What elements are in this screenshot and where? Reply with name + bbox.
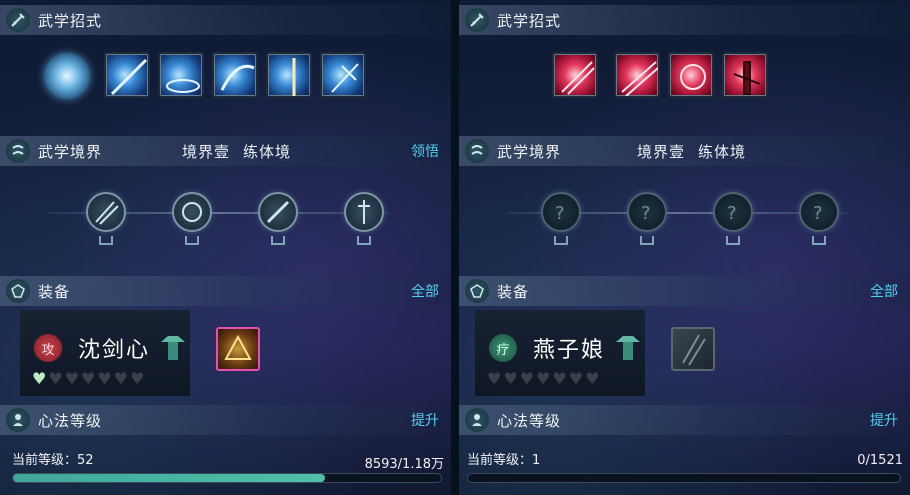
level-progress-text: 8593/1.18万	[364, 457, 444, 472]
realm-stage: 练体境	[698, 142, 747, 161]
realm-node-2[interactable]	[172, 192, 212, 232]
realm-node-4-locked[interactable]: ?	[799, 192, 839, 232]
skill-icon-3[interactable]	[158, 52, 204, 98]
upgrade-link[interactable]: 提升	[870, 410, 898, 430]
realm-icon	[6, 139, 30, 163]
realm-node-1[interactable]	[86, 192, 126, 232]
heart-icon: ♥	[503, 369, 518, 388]
realm-node-1-locked[interactable]: ?	[541, 192, 581, 232]
realm-node-tab-3	[271, 236, 285, 245]
svg-text:?: ?	[555, 203, 565, 224]
skills-title: 武学招式	[38, 11, 103, 30]
skill-icon-4[interactable]	[722, 52, 768, 98]
comprehend-link[interactable]: 领悟	[411, 141, 439, 161]
realm-node-tab-1	[99, 236, 113, 245]
skill-icon-5[interactable]	[266, 52, 312, 98]
heart-rating: ♥ ♥ ♥ ♥ ♥ ♥ ♥	[32, 371, 144, 387]
realm-level: 境界壹	[182, 142, 231, 161]
heart-icon: ♥	[585, 369, 600, 388]
equipment-slot-empty[interactable]	[671, 327, 715, 371]
skill-icon-2[interactable]	[104, 52, 150, 98]
sword-icon	[465, 8, 489, 32]
character-name: 燕子娘	[533, 338, 606, 363]
heart-icon: ♥	[113, 369, 129, 388]
heart-rating: ♥ ♥ ♥ ♥ ♥ ♥ ♥	[487, 371, 599, 387]
sword-icon	[6, 8, 30, 32]
current-level: 当前等级：52	[12, 453, 94, 468]
skill-icon-1[interactable]	[552, 52, 598, 98]
equipment-icon	[465, 279, 489, 303]
realm-title: 武学境界	[497, 142, 562, 161]
realm-node-3-locked[interactable]: ?	[713, 192, 753, 232]
realm-title: 武学境界	[38, 142, 103, 161]
equip-title: 装备	[38, 282, 71, 301]
realm-node-tab-2	[185, 236, 199, 245]
equip-all-link[interactable]: 全部	[870, 281, 898, 301]
svg-text:?: ?	[813, 203, 823, 224]
realm-header: 武学境界 境界壹 练体境	[459, 136, 910, 166]
current-level: 当前等级：1	[467, 453, 541, 468]
heart-icon: ♥	[48, 369, 63, 388]
realm-node-4[interactable]	[344, 192, 384, 232]
mind-method-icon	[6, 408, 30, 432]
equipment-slot-1[interactable]	[216, 327, 260, 371]
realm-node-tab-4	[357, 236, 371, 245]
skills-title: 武学招式	[497, 11, 562, 30]
skills-header: 武学招式	[459, 5, 910, 35]
equip-title: 装备	[497, 282, 530, 301]
sect-hat-icon	[160, 332, 186, 366]
realm-icon	[465, 139, 489, 163]
attack-badge: 攻	[34, 334, 62, 362]
heart-icon: ♥	[130, 369, 145, 388]
heart-icon: ♥	[64, 369, 80, 388]
realm-node-tab-4	[812, 236, 826, 245]
heart-icon: ♥	[97, 369, 112, 388]
character-name: 沈剑心	[78, 338, 151, 363]
equip-all-link[interactable]: 全部	[411, 281, 439, 301]
sect-hat-icon	[615, 332, 641, 366]
level-title: 心法等级	[497, 411, 562, 430]
character-card[interactable]: 攻 沈剑心 ♥ ♥ ♥ ♥ ♥ ♥ ♥	[20, 310, 190, 396]
level-title: 心法等级	[38, 411, 103, 430]
heart-icon: ♥	[81, 369, 96, 388]
heart-icon: ♥	[536, 369, 551, 388]
heart-icon: ♥	[552, 369, 567, 388]
skill-icon-6[interactable]	[320, 52, 366, 98]
character-panel-right: 武学招式 武学境界 境界壹 练体境 ? ? ? ? 装备 全部 疗 燕子娘 ♥ …	[459, 0, 910, 495]
level-progress-bar	[467, 473, 901, 483]
realm-node-3[interactable]	[258, 192, 298, 232]
svg-text:?: ?	[727, 203, 737, 224]
realm-stage: 练体境	[243, 142, 292, 161]
realm-node-2-locked[interactable]: ?	[627, 192, 667, 232]
equipment-icon	[6, 279, 30, 303]
skill-icon-2[interactable]	[614, 52, 660, 98]
realm-header: 武学境界 境界壹 练体境 领悟	[0, 136, 451, 166]
level-header: 心法等级 提升	[0, 405, 451, 435]
realm-node-tab-2	[640, 236, 654, 245]
realm-node-tab-3	[726, 236, 740, 245]
character-panel-left: 武学招式 武学境界 境界壹 练体境 领悟 装备 全部 攻 沈剑心 ♥ ♥ ♥ ♥…	[0, 0, 451, 495]
panel-separator	[451, 0, 459, 495]
heart-icon: ♥	[568, 369, 584, 388]
realm-level: 境界壹	[637, 142, 686, 161]
skill-icon-4[interactable]	[212, 52, 258, 98]
heart-icon: ♥	[487, 369, 502, 388]
equip-header: 装备 全部	[459, 276, 910, 306]
skills-header: 武学招式	[0, 5, 451, 35]
level-progress-fill	[13, 474, 326, 482]
mind-method-icon	[465, 408, 489, 432]
level-progress-text: 0/1521	[857, 453, 903, 468]
skill-icon-3[interactable]	[668, 52, 714, 98]
character-card[interactable]: 疗 燕子娘 ♥ ♥ ♥ ♥ ♥ ♥ ♥	[475, 310, 645, 396]
equip-header: 装备 全部	[0, 276, 451, 306]
heart-icon: ♥	[32, 369, 47, 388]
upgrade-link[interactable]: 提升	[411, 410, 439, 430]
level-progress-bar	[12, 473, 442, 483]
heart-icon: ♥	[519, 369, 535, 388]
skill-icon-1[interactable]	[44, 53, 90, 99]
realm-node-tab-1	[554, 236, 568, 245]
svg-text:?: ?	[641, 203, 651, 224]
level-header: 心法等级 提升	[459, 405, 910, 435]
heal-badge: 疗	[489, 334, 517, 362]
